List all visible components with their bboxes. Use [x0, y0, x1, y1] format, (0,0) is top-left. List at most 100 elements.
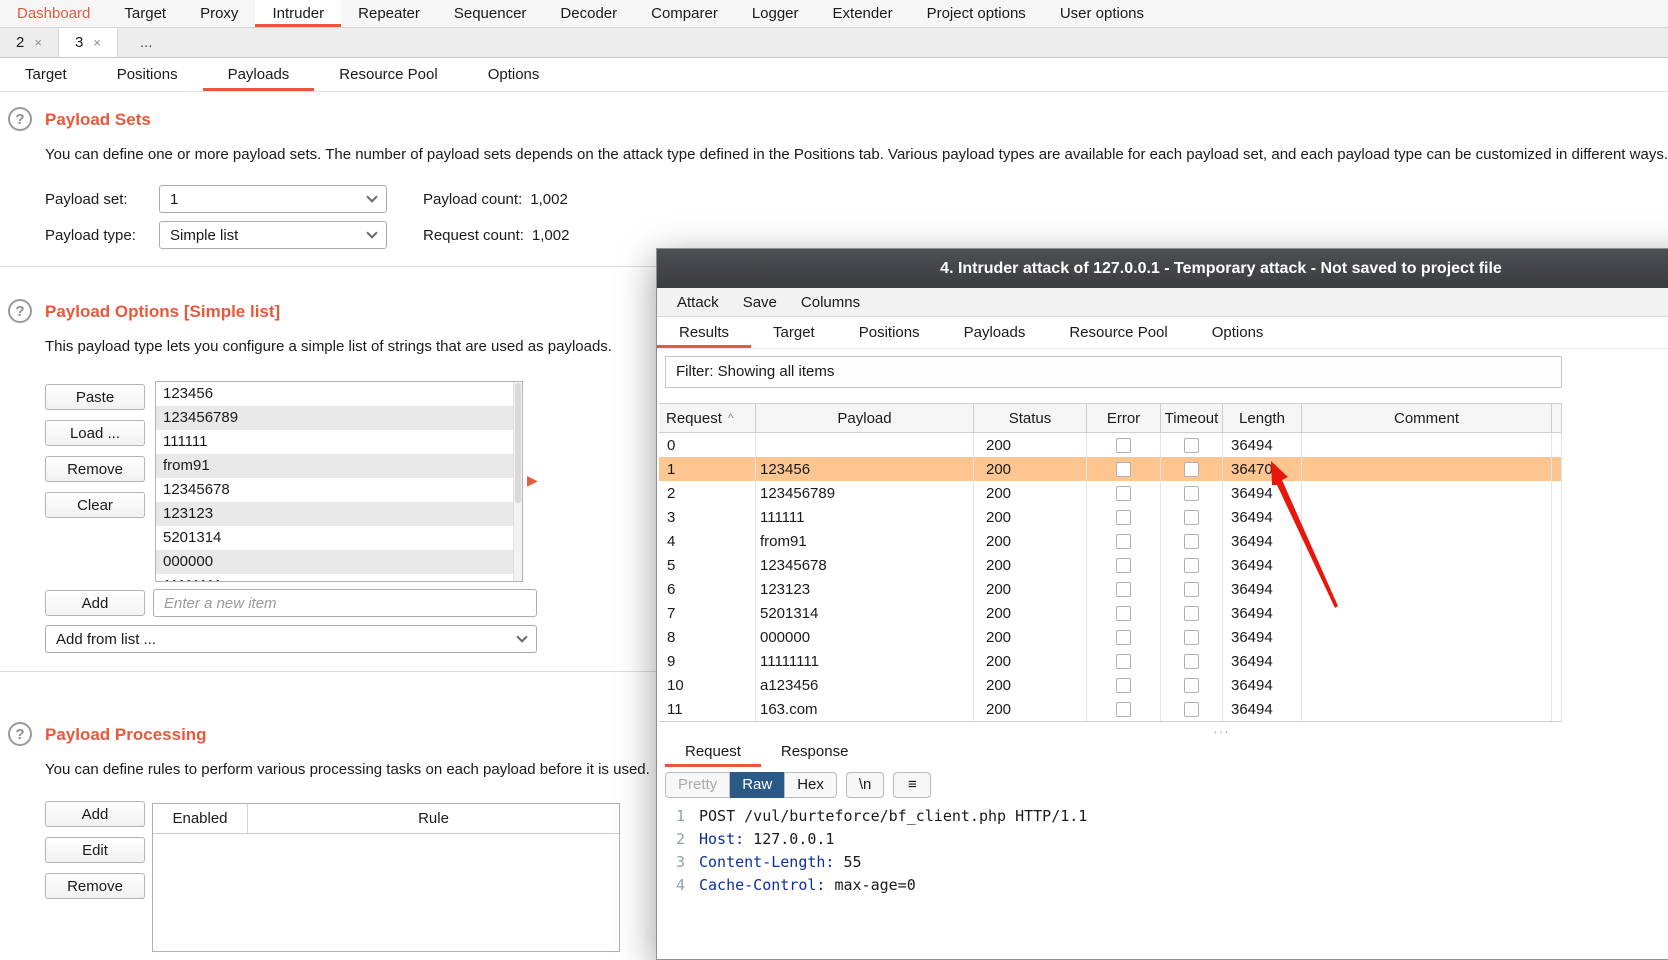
timeout-checkbox[interactable]: [1184, 437, 1199, 453]
processing-add-button[interactable]: Add: [45, 801, 145, 827]
menu-item-target[interactable]: Target: [107, 0, 183, 27]
timeout-checkbox[interactable]: [1184, 677, 1199, 693]
error-checkbox[interactable]: [1116, 581, 1131, 597]
timeout-checkbox[interactable]: [1184, 509, 1199, 525]
viewer-tab-response[interactable]: Response: [761, 737, 869, 767]
raw-button[interactable]: Raw: [730, 772, 785, 798]
menu-item-comparer[interactable]: Comparer: [634, 0, 735, 27]
rule-column-header[interactable]: Rule: [248, 804, 619, 833]
payload-list-item[interactable]: 5201314: [156, 526, 513, 550]
add-button[interactable]: Add: [45, 590, 145, 616]
menu-item-sequencer[interactable]: Sequencer: [437, 0, 544, 27]
subtab-target[interactable]: Target: [0, 58, 92, 91]
results-filter-bar[interactable]: Filter: Showing all items: [665, 356, 1562, 388]
attack-window-titlebar[interactable]: 4. Intruder attack of 127.0.0.1 - Tempor…: [657, 249, 1668, 288]
scrollbar-thumb[interactable]: [515, 383, 521, 503]
error-checkbox[interactable]: [1116, 605, 1131, 621]
status-column-header[interactable]: Status: [974, 404, 1087, 432]
attack-result-row[interactable]: 0 200 36494: [659, 433, 1562, 457]
timeout-checkbox[interactable]: [1184, 701, 1199, 717]
pretty-button[interactable]: Pretty: [665, 772, 731, 798]
error-checkbox[interactable]: [1116, 485, 1131, 501]
attack-result-row[interactable]: 5 12345678 200 36494: [659, 553, 1562, 577]
attack-result-row[interactable]: 11 163.com 200 36494: [659, 697, 1562, 721]
timeout-column-header[interactable]: Timeout: [1161, 404, 1223, 432]
menu-item-decoder[interactable]: Decoder: [543, 0, 634, 27]
attack-result-row[interactable]: 4 from91 200 36494: [659, 529, 1562, 553]
timeout-checkbox[interactable]: [1184, 533, 1199, 549]
document-tab[interactable]: 3 ×: [58, 28, 118, 57]
timeout-checkbox[interactable]: [1184, 485, 1199, 501]
attack-result-row[interactable]: 7 5201314 200 36494: [659, 601, 1562, 625]
hamburger-menu-button[interactable]: ≡: [893, 772, 932, 798]
attack-result-row[interactable]: 9 11111111 200 36494: [659, 649, 1562, 673]
close-icon[interactable]: ×: [34, 35, 42, 50]
load-button[interactable]: Load ...: [45, 420, 145, 446]
payload-column-header[interactable]: Payload: [756, 404, 974, 432]
error-checkbox[interactable]: [1116, 557, 1131, 573]
splitter-handle[interactable]: ...: [657, 722, 1668, 735]
enabled-column-header[interactable]: Enabled: [153, 804, 248, 833]
comment-column-header[interactable]: Comment: [1302, 404, 1552, 432]
timeout-checkbox[interactable]: [1184, 653, 1199, 669]
subtab-options[interactable]: Options: [463, 58, 565, 91]
attack-tab-results[interactable]: Results: [657, 317, 751, 348]
payload-type-select[interactable]: Simple list: [159, 221, 387, 249]
request-editor[interactable]: 1 POST /vul/burteforce/bf_client.php HTTP…: [665, 805, 1668, 959]
timeout-checkbox[interactable]: [1184, 605, 1199, 621]
close-icon[interactable]: ×: [93, 35, 101, 50]
payload-list-item[interactable]: 12345678: [156, 478, 513, 502]
attack-menu-attack[interactable]: Attack: [665, 288, 731, 316]
menu-item-logger[interactable]: Logger: [735, 0, 816, 27]
error-checkbox[interactable]: [1116, 533, 1131, 549]
processing-remove-button[interactable]: Remove: [45, 873, 145, 899]
error-checkbox[interactable]: [1116, 509, 1131, 525]
error-checkbox[interactable]: [1116, 461, 1131, 477]
payload-list-item[interactable]: 123456789: [156, 406, 513, 430]
attack-result-row[interactable]: 10 a123456 200 36494: [659, 673, 1562, 697]
attack-result-row[interactable]: 3 111111 200 36494: [659, 505, 1562, 529]
new-item-input[interactable]: [153, 589, 537, 617]
attack-tab-payloads[interactable]: Payloads: [942, 317, 1048, 348]
payload-list-item[interactable]: 000000: [156, 550, 513, 574]
payload-list-item[interactable]: 123123: [156, 502, 513, 526]
viewer-tab-request[interactable]: Request: [665, 737, 761, 767]
timeout-checkbox[interactable]: [1184, 557, 1199, 573]
menu-item-user-options[interactable]: User options: [1043, 0, 1161, 27]
timeout-checkbox[interactable]: [1184, 629, 1199, 645]
payload-list-item[interactable]: 123456: [156, 382, 513, 406]
document-tab[interactable]: 2 ×: [0, 28, 59, 57]
paste-button[interactable]: Paste: [45, 384, 145, 410]
newline-toggle-button[interactable]: \n: [845, 772, 885, 798]
error-checkbox[interactable]: [1116, 701, 1131, 717]
menu-item-intruder[interactable]: Intruder: [255, 0, 342, 27]
timeout-checkbox[interactable]: [1184, 461, 1199, 477]
remove-button[interactable]: Remove: [45, 456, 145, 482]
attack-tab-options[interactable]: Options: [1190, 317, 1286, 348]
menu-item-extender[interactable]: Extender: [816, 0, 910, 27]
more-tabs-button[interactable]: ...: [118, 28, 175, 57]
attack-menu-save[interactable]: Save: [731, 288, 789, 316]
error-checkbox[interactable]: [1116, 677, 1131, 693]
menu-item-repeater[interactable]: Repeater: [341, 0, 437, 27]
hex-button[interactable]: Hex: [784, 772, 837, 798]
payload-list-item[interactable]: 111111: [156, 430, 513, 454]
scrollbar[interactable]: [513, 382, 522, 581]
subtab-payloads[interactable]: Payloads: [203, 58, 315, 91]
timeout-checkbox[interactable]: [1184, 581, 1199, 597]
error-checkbox[interactable]: [1116, 437, 1131, 453]
length-column-header[interactable]: Length: [1223, 404, 1302, 432]
clear-button[interactable]: Clear: [45, 492, 145, 518]
attack-result-row[interactable]: 8 000000 200 36494: [659, 625, 1562, 649]
attack-tab-positions[interactable]: Positions: [837, 317, 942, 348]
attack-result-row[interactable]: 1 123456 200 36470: [659, 457, 1562, 481]
error-column-header[interactable]: Error: [1087, 404, 1161, 432]
attack-result-row[interactable]: 6 123123 200 36494: [659, 577, 1562, 601]
error-checkbox[interactable]: [1116, 629, 1131, 645]
attack-result-row[interactable]: 2 123456789 200 36494: [659, 481, 1562, 505]
attack-tab-target[interactable]: Target: [751, 317, 837, 348]
payload-set-select[interactable]: 1: [159, 185, 387, 213]
subtab-resource-pool[interactable]: Resource Pool: [314, 58, 462, 91]
help-icon[interactable]: ?: [8, 299, 32, 323]
menu-item-project-options[interactable]: Project options: [910, 0, 1043, 27]
